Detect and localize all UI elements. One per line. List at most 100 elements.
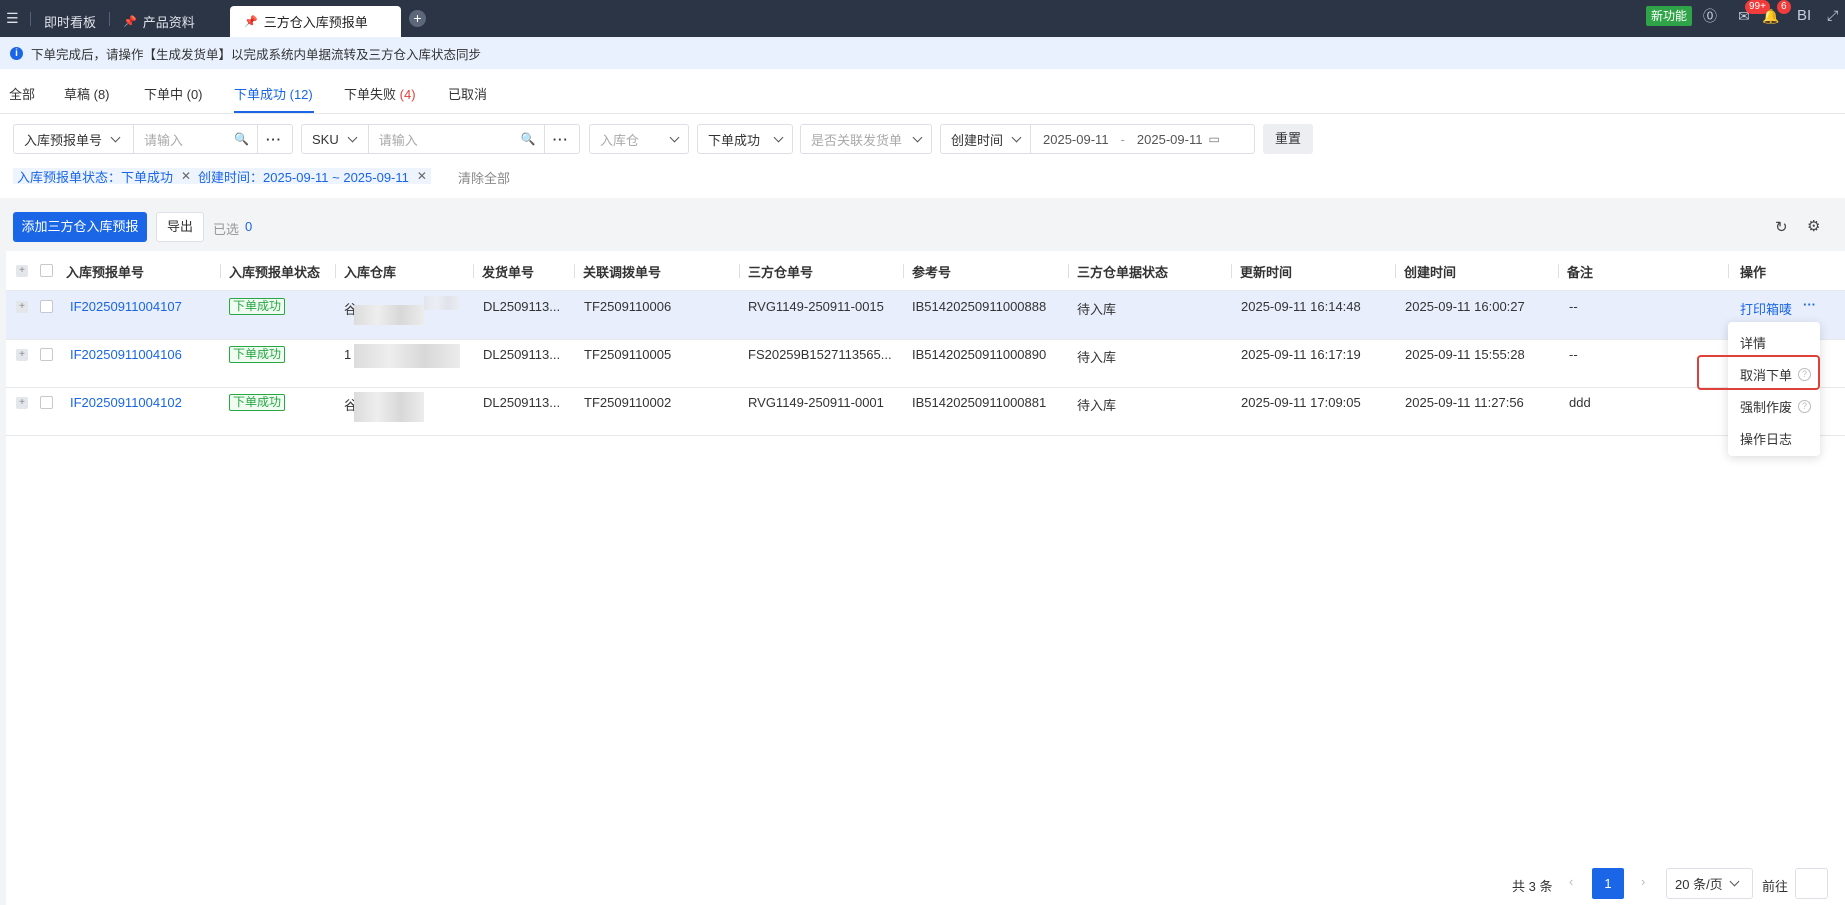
col-header-reference-no[interactable]: 参考号	[912, 262, 951, 281]
export-button[interactable]: 导出	[156, 212, 204, 242]
active-filter-tag: 创建时间：2025-09-11 ~ 2025-09-11 ✕	[194, 168, 431, 185]
row-checkbox[interactable]	[40, 348, 53, 361]
tab-inbound-forecast[interactable]: 📌 三方仓入库预报单	[230, 6, 401, 37]
new-feature-badge[interactable]: 新功能	[1646, 6, 1693, 26]
highlight-box	[1697, 355, 1820, 390]
col-header-updated[interactable]: 更新时间	[1240, 262, 1292, 281]
order-no-link[interactable]: IF20250911004107	[70, 299, 182, 314]
chevron-down-icon	[912, 132, 923, 142]
col-header-status[interactable]: 入库预报单状态	[229, 262, 320, 281]
col-header-warehouse[interactable]: 入库仓库	[344, 262, 396, 281]
add-tab-icon[interactable]: +	[409, 10, 426, 27]
transfer-no-cell: TF2509110002	[584, 395, 672, 410]
status-tab-draft[interactable]: 草稿 (8)	[64, 84, 110, 103]
print-label-link[interactable]: 打印箱唛	[1740, 299, 1792, 318]
status-tab-success[interactable]: 下单成功 (12)	[234, 84, 313, 103]
date-field-select[interactable]: 创建时间	[941, 130, 1013, 149]
col-header-tp-status[interactable]: 三方仓单据状态	[1077, 262, 1168, 281]
settings-gear-icon[interactable]: ⚙	[1807, 217, 1820, 235]
user-avatar[interactable]: BI	[1797, 7, 1811, 24]
more-options-icon[interactable]: ···	[258, 132, 290, 147]
page-button[interactable]: 1	[1592, 868, 1624, 899]
chevron-down-icon[interactable]	[1011, 132, 1022, 142]
next-page-icon[interactable]: ›	[1641, 874, 1645, 889]
tp-status-cell: 待入库	[1077, 350, 1117, 365]
search-icon[interactable]: 🔍	[521, 132, 536, 146]
chevron-down-icon	[1729, 876, 1740, 887]
prev-page-icon[interactable]: ‹	[1569, 874, 1573, 889]
date-start[interactable]: 2025-09-11	[1031, 132, 1109, 147]
sku-input[interactable]: 请输入	[369, 130, 521, 149]
tab-label: 即时看板	[44, 15, 97, 30]
tab-product-info[interactable]: 📌 产品资料	[123, 6, 195, 37]
row-checkbox[interactable]	[40, 300, 53, 313]
divider	[0, 113, 1845, 114]
chevron-down-icon[interactable]	[347, 132, 358, 142]
order-no-link[interactable]: IF20250911004102	[70, 395, 182, 410]
order-no-link[interactable]: IF20250911004106	[70, 347, 182, 362]
col-header-shipment-no[interactable]: 发货单号	[482, 262, 534, 281]
expand-row-icon[interactable]: +	[16, 301, 28, 313]
col-header-third-party-no[interactable]: 三方仓单号	[748, 262, 813, 281]
info-circle-icon[interactable]: ⓪	[1701, 7, 1719, 25]
more-dots-icon[interactable]: ···	[1803, 297, 1816, 312]
col-header-remark[interactable]: 备注	[1567, 262, 1593, 281]
row-checkbox[interactable]	[40, 396, 53, 409]
order-no-input[interactable]: 请输入	[134, 130, 234, 149]
status-tab-failed[interactable]: 下单失败 (4)	[344, 84, 416, 103]
status-value: 下单成功	[708, 132, 761, 148]
col-header-order-no[interactable]: 入库预报单号	[66, 262, 144, 281]
col-header-transfer-no[interactable]: 关联调拨单号	[583, 262, 661, 281]
reference-no-cell: IB51420250911000890	[912, 347, 1047, 362]
calendar-icon[interactable]: ▭	[1202, 132, 1219, 146]
updated-time-cell: 2025-09-11 17:09:05	[1241, 395, 1361, 410]
menu-item-details[interactable]: 详情	[1740, 333, 1766, 352]
col-header-created[interactable]: 创建时间	[1404, 262, 1456, 281]
clear-all-link[interactable]: 清除全部	[458, 168, 510, 187]
select-all-checkbox[interactable]	[40, 264, 53, 277]
status-badge: 下单成功	[229, 298, 286, 315]
status-badge: 下单成功	[229, 346, 286, 363]
expand-row-icon[interactable]: +	[16, 349, 28, 361]
status-tab-cancelled[interactable]: 已取消	[448, 84, 487, 103]
chevron-down-icon[interactable]	[110, 132, 121, 142]
search-icon[interactable]: 🔍	[234, 132, 249, 146]
order-no-field-select[interactable]: 入库预报单号	[14, 130, 112, 149]
expand-row-icon[interactable]: +	[16, 397, 28, 409]
warehouse-select[interactable]: 入库仓	[589, 124, 689, 154]
add-forecast-button[interactable]: 添加三方仓入库预报	[13, 212, 147, 242]
transfer-no-cell: TF2509110005	[584, 347, 672, 362]
top-bar: ☰ 即时看板 📌 产品资料 📌 三方仓入库预报单 + 新功能 ⓪ ✉ 99+ 🔔 6…	[0, 0, 1845, 37]
status-tab-ordering[interactable]: 下单中 (0)	[144, 84, 203, 103]
menu-item-force-void[interactable]: 强制作废?	[1740, 397, 1812, 416]
status-select[interactable]: 下单成功	[697, 124, 793, 154]
more-options-icon[interactable]: ···	[545, 132, 577, 147]
refresh-icon[interactable]: ↻	[1775, 218, 1788, 236]
sku-field-select[interactable]: SKU	[302, 132, 349, 147]
goto-page-input[interactable]	[1795, 868, 1828, 899]
menu-item-label: 强制作废	[1740, 400, 1793, 415]
blurred-redaction	[354, 392, 424, 422]
close-icon[interactable]: ✕	[181, 169, 191, 183]
chevron-down-icon	[669, 132, 680, 142]
menu-item-operation-log[interactable]: 操作日志	[1740, 429, 1792, 448]
expand-all-icon[interactable]: +	[16, 265, 28, 277]
order-no-filter: 入库预报单号 请输入 🔍 ···	[13, 124, 293, 154]
linked-shipment-select[interactable]: 是否关联发货单	[800, 124, 932, 154]
linked-shipment-placeholder: 是否关联发货单	[811, 132, 903, 148]
created-time-cell: 2025-09-11 16:00:27	[1405, 299, 1525, 314]
status-tab-all[interactable]: 全部	[9, 84, 35, 103]
selected-label: 已选	[213, 222, 240, 237]
reference-no-cell: IB51420250911000881	[912, 395, 1047, 410]
status-badge: 下单成功	[229, 394, 286, 411]
menu-toggle-icon[interactable]: ☰	[6, 10, 19, 27]
date-end[interactable]: 2025-09-11	[1137, 132, 1203, 147]
tab-dashboard[interactable]: 即时看板	[44, 6, 96, 37]
reset-button[interactable]: 重置	[1263, 124, 1313, 154]
close-icon[interactable]: ✕	[417, 169, 427, 183]
blurred-redaction	[354, 305, 424, 325]
notice-text: 下单完成后，请操作【生成发货单】以完成系统内单据流转及三方仓入库状态同步	[31, 47, 482, 62]
page-size-select[interactable]: 20 条/页	[1666, 868, 1753, 899]
info-notice: i 下单完成后，请操作【生成发货单】以完成系统内单据流转及三方仓入库状态同步	[0, 37, 1845, 69]
fullscreen-icon[interactable]: ⤢	[1827, 7, 1838, 24]
